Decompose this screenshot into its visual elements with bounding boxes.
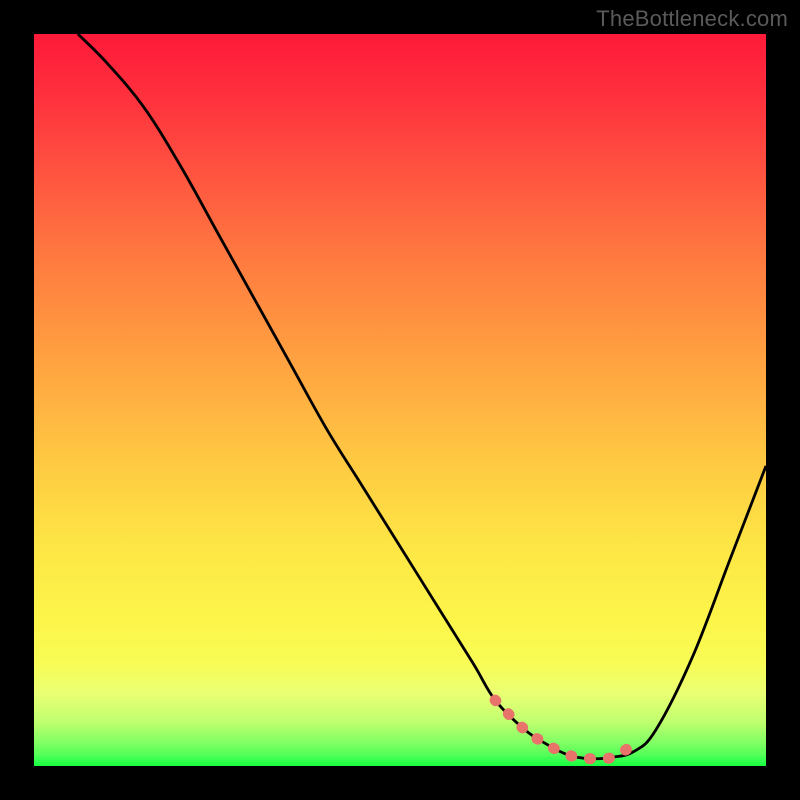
optimal-range-marker-line <box>495 700 634 759</box>
watermark-text: TheBottleneck.com <box>596 6 788 32</box>
chart-plot-area <box>34 34 766 766</box>
chart-svg <box>34 34 766 766</box>
bottleneck-curve-line <box>78 34 766 759</box>
